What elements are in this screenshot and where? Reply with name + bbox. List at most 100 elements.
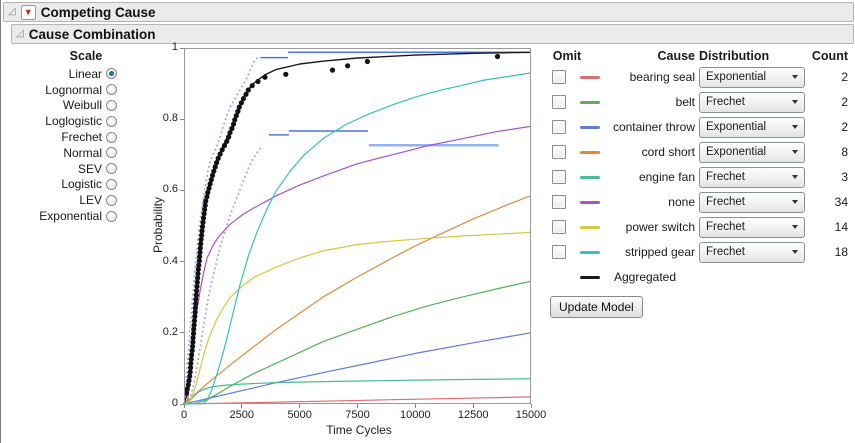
section-title: Competing Cause	[40, 4, 156, 20]
x-tick-mark	[414, 404, 416, 408]
scale-radio-sev[interactable]	[106, 163, 117, 175]
scale-option-label: Normal	[63, 145, 102, 160]
count-value: 2	[841, 69, 848, 84]
scale-option-exponential: Exponential	[1, 208, 117, 224]
scale-option-linear: Linear	[1, 66, 117, 82]
data-point	[255, 78, 261, 85]
disclosure-triangle-icon[interactable]: ◿	[8, 7, 16, 17]
scale-radio-weibull[interactable]	[106, 99, 117, 111]
column-header-count: Count	[811, 49, 848, 63]
omit-checkbox-belt[interactable]	[552, 95, 566, 109]
distribution-value: Exponential	[706, 71, 767, 83]
y-tick-mark	[180, 332, 184, 334]
x-tick-label: 2500	[229, 409, 255, 421]
y-tick-label: 0.8	[162, 112, 178, 125]
count-value: 14	[834, 219, 848, 234]
y-tick-label: 1	[171, 41, 178, 53]
scale-radio-linear[interactable]	[106, 68, 117, 80]
cause-label: engine fan	[638, 169, 695, 184]
y-tick-mark	[180, 403, 184, 405]
scale-option-label: Weibull	[62, 98, 102, 113]
distribution-value: Frechet	[706, 221, 745, 233]
y-tick-mark	[180, 261, 184, 263]
x-tick-label: 7500	[345, 409, 370, 421]
data-point	[364, 58, 370, 65]
omit-checkbox-engine-fan[interactable]	[552, 170, 566, 184]
x-tick-mark	[472, 404, 474, 408]
distribution-dropdown-belt[interactable]: Frechet	[699, 91, 805, 113]
scale-option-label: Loglogistic	[45, 114, 102, 129]
x-tick-mark	[357, 404, 358, 408]
count-value: 3	[841, 169, 848, 184]
section-header-cause-combination: ◿ Cause Combination	[11, 24, 854, 44]
count-value: 8	[841, 144, 848, 159]
omit-checkbox-stripped-gear[interactable]	[552, 245, 566, 259]
y-tick-mark	[180, 47, 184, 49]
data-point	[249, 83, 255, 89]
distribution-value: Exponential	[706, 146, 767, 158]
distribution-dropdown-none[interactable]: Frechet	[699, 191, 805, 213]
x-tick-label: 15000	[515, 409, 547, 421]
y-tick-mark	[180, 189, 184, 191]
curve-stripped-gear	[183, 72, 532, 405]
disclosure-triangle-icon[interactable]: ◿	[16, 29, 24, 39]
scale-option-frechet: Frechet	[1, 129, 117, 145]
scale-option-weibull: Weibull	[1, 98, 117, 114]
scale-radio-normal[interactable]	[106, 147, 117, 159]
x-tick-mark	[241, 404, 243, 408]
curve-bearing-seal	[183, 396, 532, 405]
data-point	[204, 194, 210, 200]
x-tick-label: 5000	[287, 409, 312, 421]
column-header-omit: Omit	[552, 49, 582, 63]
plot-frame	[184, 48, 531, 404]
distribution-dropdown-bearing-seal[interactable]: Exponential	[699, 66, 805, 88]
count-value: 34	[834, 194, 848, 209]
scale-radio-logistic[interactable]	[106, 178, 117, 190]
distribution-dropdown-stripped-gear[interactable]: Frechet	[699, 241, 805, 263]
red-triangle-menu-icon[interactable]: ▼	[20, 4, 36, 20]
distribution-dropdown-power-switch[interactable]: Frechet	[699, 216, 805, 238]
confidence-band-lower	[188, 145, 264, 401]
y-tick-label: 0	[171, 397, 178, 409]
scale-option-label: SEV	[77, 161, 102, 176]
cause-label: stripped gear	[624, 244, 695, 259]
probability-plot	[183, 48, 532, 405]
competing-cause-report: ◿ ▼ Competing Cause ◿ Cause Combination …	[0, 0, 855, 443]
scale-option-logistic: Logistic	[1, 177, 117, 193]
scale-option-lognormal: Lognormal	[1, 82, 117, 98]
omit-checkbox-power-switch[interactable]	[552, 220, 566, 234]
scale-radio-loglogistic[interactable]	[106, 115, 117, 127]
cause-label: power switch	[625, 219, 695, 234]
scale-radio-exponential[interactable]	[106, 210, 117, 222]
curve-none	[183, 125, 532, 405]
cause-label: container throw	[612, 119, 695, 134]
omit-checkbox-none[interactable]	[552, 195, 566, 209]
x-tick-label: 0	[180, 409, 188, 421]
x-tick-mark	[530, 404, 532, 408]
omit-checkbox-container-throw[interactable]	[552, 120, 566, 134]
column-header-cause: Cause	[657, 49, 695, 63]
scale-radio-list: Linear Lognormal Weibull Loglogistic Frechet…	[1, 66, 117, 224]
scale-radio-frechet[interactable]	[106, 131, 117, 143]
scale-radio-lev[interactable]	[106, 194, 117, 206]
update-model-button[interactable]: Update Model	[550, 296, 643, 318]
omit-checkbox-cord-short[interactable]	[552, 145, 566, 159]
data-point	[283, 71, 289, 77]
omit-checkbox-bearing-seal[interactable]	[552, 70, 566, 84]
distribution-dropdown-engine-fan[interactable]: Frechet	[699, 166, 805, 188]
y-axis-title: Probability	[151, 196, 165, 254]
scale-option-label: Linear	[68, 66, 102, 81]
cause-label: none	[668, 194, 695, 209]
aggregated-label: Aggregated	[613, 269, 677, 284]
curve-aggregated	[183, 51, 532, 405]
distribution-dropdown-cord-short[interactable]: Exponential	[699, 141, 805, 163]
distribution-dropdown-container-throw[interactable]: Exponential	[699, 116, 805, 138]
scale-option-lev: LEV	[1, 192, 117, 208]
cause-label: belt	[675, 94, 695, 109]
distribution-value: Frechet	[706, 196, 745, 208]
confidence-band-upper	[185, 56, 259, 383]
scale-panel-title: Scale	[69, 49, 103, 63]
scale-radio-lognormal[interactable]	[106, 84, 117, 96]
count-value: 2	[841, 119, 848, 134]
scale-option-normal: Normal	[1, 145, 117, 161]
